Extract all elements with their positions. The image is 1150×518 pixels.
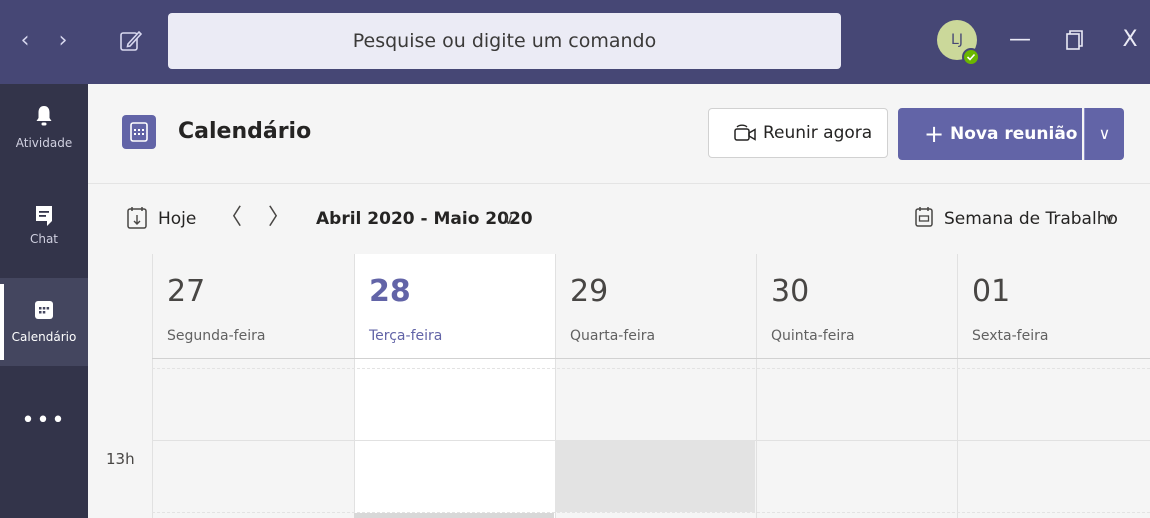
day-number: 29 — [570, 274, 609, 309]
busy-time-block[interactable] — [555, 440, 755, 512]
chat-icon — [36, 206, 52, 226]
today-calendar-icon[interactable] — [126, 206, 148, 230]
day-name: Terça-feira — [369, 328, 443, 344]
rail-label-calendar: Calendário — [11, 330, 77, 344]
day-column-today[interactable] — [354, 359, 555, 518]
previous-week-icon[interactable]: 〈 — [220, 203, 242, 233]
rail-label-chat: Chat — [29, 232, 59, 246]
bell-icon — [36, 106, 52, 126]
day-name: Quarta-feira — [570, 328, 656, 344]
day-number: 27 — [167, 274, 206, 309]
day-number: 28 — [369, 274, 411, 309]
close-button[interactable]: X — [1110, 20, 1150, 60]
search-input[interactable]: Pesquise ou digite um comando — [168, 13, 841, 69]
app-rail: Atividade Chat Calendário ••• — [0, 84, 88, 518]
presence-available-icon — [962, 48, 980, 66]
plus-icon: + — [924, 120, 945, 148]
compose-icon[interactable] — [118, 26, 144, 56]
half-hour-line — [152, 512, 1150, 513]
minimize-button[interactable]: — — [1000, 20, 1040, 60]
calendar-icon — [35, 301, 53, 319]
rail-item-calendar[interactable]: Calendário — [0, 278, 88, 366]
day-name: Segunda-feira — [167, 328, 266, 344]
calendar-header: Calendário Reunir agora + Nova reunião ∨ — [88, 84, 1150, 184]
new-meeting-label: Nova reunião — [950, 124, 1078, 144]
work-week-icon — [915, 207, 933, 227]
date-range-chevron-icon[interactable]: ∨ — [503, 206, 514, 232]
week-grid: 27 Segunda-feira 28 Terça-feira 29 Quart… — [88, 254, 1150, 518]
day-header[interactable]: 29 Quarta-feira — [555, 254, 756, 358]
title-bar: ‹ › Pesquise ou digite um comando LJ — X — [0, 0, 1150, 84]
day-header[interactable]: 27 Segunda-feira — [152, 254, 354, 358]
day-number: 01 — [972, 274, 1011, 309]
half-hour-line — [152, 368, 1150, 369]
meet-now-button[interactable]: Reunir agora — [708, 108, 888, 158]
day-column[interactable] — [756, 359, 957, 518]
restore-button[interactable] — [1054, 20, 1094, 60]
new-meeting-button[interactable]: + Nova reunião — [898, 108, 1082, 160]
selected-time-slot — [354, 513, 554, 518]
rail-label-activity: Atividade — [15, 136, 73, 150]
page-title: Calendário — [178, 119, 312, 144]
new-meeting-dropdown-chevron-icon[interactable]: ∨ — [1084, 108, 1124, 160]
day-name: Sexta-feira — [972, 328, 1049, 344]
calendar-toolbar: Hoje 〈 〉 Abril 2020 - Maio 2020 ∨ Semana… — [88, 184, 1150, 254]
forward-arrow-icon[interactable]: › — [52, 26, 74, 56]
view-switcher[interactable]: Semana de Trabalho — [944, 206, 1118, 232]
today-button[interactable]: Hoje — [158, 206, 196, 232]
day-column[interactable] — [957, 359, 1150, 518]
video-camera-icon — [734, 124, 756, 141]
day-name: Quinta-feira — [771, 328, 855, 344]
back-arrow-icon[interactable]: ‹ — [14, 26, 36, 56]
rail-item-activity[interactable]: Atividade — [0, 84, 88, 172]
view-chevron-icon[interactable]: ∨ — [1104, 206, 1115, 232]
day-column[interactable] — [152, 359, 354, 518]
rail-item-chat[interactable]: Chat — [0, 184, 88, 272]
calendar-main: Calendário Reunir agora + Nova reunião ∨… — [88, 84, 1150, 518]
date-range-label[interactable]: Abril 2020 - Maio 2020 — [316, 206, 533, 232]
meet-now-label: Reunir agora — [763, 123, 873, 143]
next-week-icon[interactable]: 〉 — [268, 203, 290, 233]
more-apps-icon[interactable]: ••• — [0, 408, 88, 433]
time-label: 13h — [106, 450, 135, 468]
day-header[interactable]: 01 Sexta-feira — [957, 254, 1150, 358]
day-header[interactable]: 30 Quinta-feira — [756, 254, 957, 358]
calendar-app-icon — [122, 115, 156, 149]
day-header-today[interactable]: 28 Terça-feira — [354, 254, 555, 358]
day-number: 30 — [771, 274, 810, 309]
